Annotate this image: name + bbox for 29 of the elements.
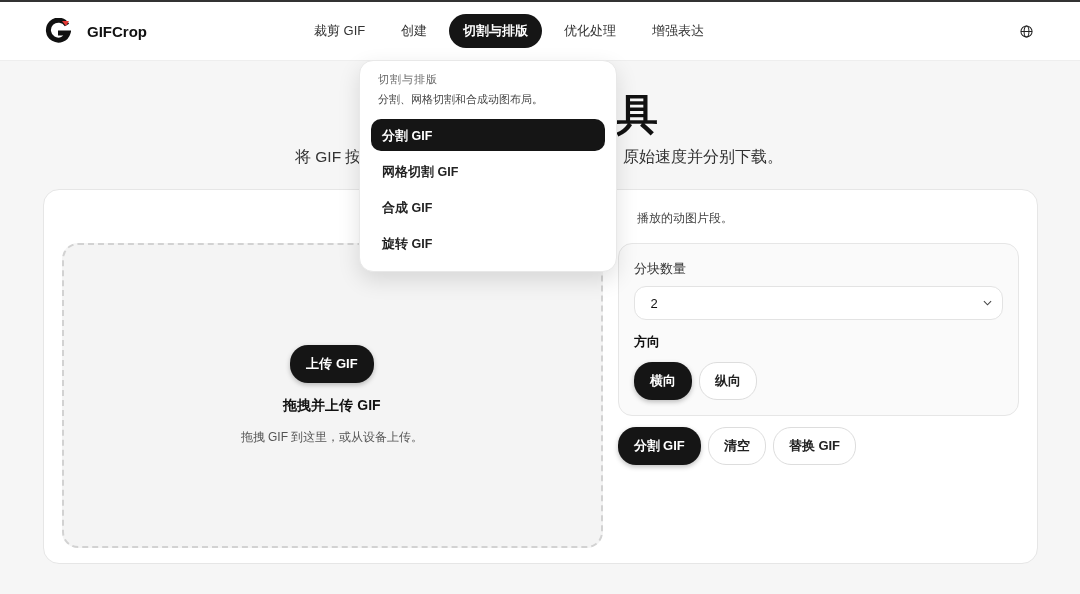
menu-heading: 切割与排版 <box>377 72 439 87</box>
count-select[interactable]: 2 <box>633 286 1003 320</box>
drop-hint: 拖拽 GIF 到这里，或从设备上传。 <box>240 429 424 446</box>
drop-heading: 拖拽并上传 GIF <box>283 397 381 415</box>
select-value: 2 <box>650 295 658 311</box>
nav-tab[interactable]: 切割与排版 <box>449 14 543 48</box>
direction-toggle[interactable]: 纵向 <box>698 362 757 400</box>
field-label: 方向 <box>633 333 661 351</box>
menu-description: 分割、网格切割和合成动图布局。 <box>377 93 544 107</box>
page-title: 具 <box>616 90 658 140</box>
action-button[interactable]: 分割 GIF <box>617 427 701 465</box>
nav-tab[interactable]: 创建 <box>387 14 442 48</box>
tool-description: 播放的动图片段。 <box>636 210 734 227</box>
nav-tab[interactable]: 增强表达 <box>638 14 719 48</box>
nav-tab[interactable]: 优化处理 <box>550 14 631 48</box>
menu-item[interactable]: 合成 GIF <box>371 191 605 223</box>
brand-name[interactable]: GIFCrop <box>87 22 147 40</box>
direction-toggle[interactable]: 横向 <box>633 362 692 400</box>
upload-button[interactable]: 上传 GIF <box>290 345 374 383</box>
logo-icon <box>45 18 71 44</box>
action-button[interactable]: 替换 GIF <box>772 427 857 465</box>
field-label: 分块数量 <box>633 260 687 278</box>
globe-icon[interactable] <box>1020 24 1033 38</box>
action-button[interactable]: 清空 <box>707 427 766 465</box>
chevron-down-icon <box>982 300 992 306</box>
nav-tab[interactable]: 裁剪 GIF <box>300 14 380 48</box>
page-subtitle: 原始速度并分别下载。 <box>623 147 784 167</box>
menu-item[interactable]: 网格切割 GIF <box>371 155 605 187</box>
menu-item[interactable]: 分割 GIF <box>371 119 605 151</box>
